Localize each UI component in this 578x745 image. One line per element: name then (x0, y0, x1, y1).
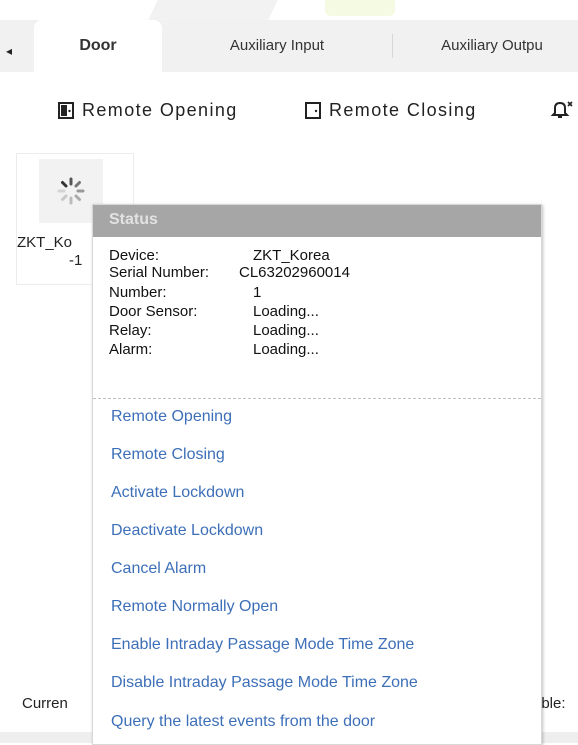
door-closed-icon (305, 102, 321, 124)
door-open-icon (58, 102, 74, 124)
remote-opening-button[interactable]: Remote Opening (58, 100, 238, 122)
popup-header: Status (93, 205, 541, 237)
relay-label: Relay: (109, 322, 152, 339)
popup-title: Status (109, 211, 158, 228)
action-remote-opening[interactable]: Remote Opening (111, 408, 232, 426)
toolbar: Remote Opening Remote Closing (0, 72, 578, 152)
tab-scroll-left-icon[interactable]: ◂ (6, 44, 12, 58)
loading-spinner-icon (57, 177, 85, 205)
door-status-popup: Status Device: ZKT_Korea Serial Number: … (92, 204, 542, 745)
tab-auxiliary-input[interactable]: Auxiliary Input (162, 20, 392, 72)
action-remote-closing[interactable]: Remote Closing (111, 446, 225, 464)
action-deactivate-lockdown[interactable]: Deactivate Lockdown (111, 522, 263, 540)
serial-number-value: CL63202960014 (239, 264, 350, 281)
footer-current-label: Curren (22, 695, 68, 712)
tab-bar: ◂ Door Auxiliary Input Auxiliary Outpu (0, 20, 578, 72)
alarm-label: Alarm: (109, 341, 153, 358)
tab-door[interactable]: Door (34, 20, 162, 72)
door-sensor-row: Door Sensor: Loading... (109, 303, 319, 320)
footer-right-label: ible: (538, 695, 566, 712)
action-disable-intraday-passage[interactable]: Disable Intraday Passage Mode Time Zone (111, 674, 418, 692)
watermark-shape (325, 0, 395, 16)
alarm-value: Loading... (253, 341, 319, 358)
remote-opening-label: Remote Opening (82, 100, 238, 120)
device-label: Device: (109, 247, 160, 264)
alarm-bell-icon (550, 101, 574, 124)
action-query-latest-events[interactable]: Query the latest events from the door (111, 713, 375, 731)
device-value: ZKT_Korea (253, 247, 330, 264)
alarm-bell-button[interactable] (550, 100, 574, 122)
alarm-row: Alarm: Loading... (109, 341, 319, 358)
relay-value: Loading... (253, 322, 319, 339)
action-enable-intraday-passage[interactable]: Enable Intraday Passage Mode Time Zone (111, 636, 414, 654)
door-sensor-value: Loading... (253, 303, 319, 320)
door-name-suffix: -1 (69, 252, 83, 269)
remote-closing-button[interactable]: Remote Closing (305, 100, 477, 122)
serial-number-row: Serial Number: CL63202960014 (109, 264, 350, 281)
popup-divider (93, 398, 541, 399)
tab-auxiliary-output[interactable]: Auxiliary Outpu (392, 20, 578, 72)
number-value: 1 (253, 284, 262, 301)
action-remote-normally-open[interactable]: Remote Normally Open (111, 598, 278, 616)
serial-number-label: Serial Number: (109, 264, 210, 281)
number-label: Number: (109, 284, 167, 301)
remote-closing-label: Remote Closing (329, 100, 477, 120)
door-name: ZKT_Ko (17, 234, 73, 251)
number-row: Number: 1 (109, 284, 261, 301)
device-row: Device: ZKT_Korea (109, 247, 330, 264)
action-cancel-alarm[interactable]: Cancel Alarm (111, 560, 206, 578)
relay-row: Relay: Loading... (109, 322, 319, 339)
door-sensor-label: Door Sensor: (109, 303, 198, 320)
action-activate-lockdown[interactable]: Activate Lockdown (111, 484, 244, 502)
